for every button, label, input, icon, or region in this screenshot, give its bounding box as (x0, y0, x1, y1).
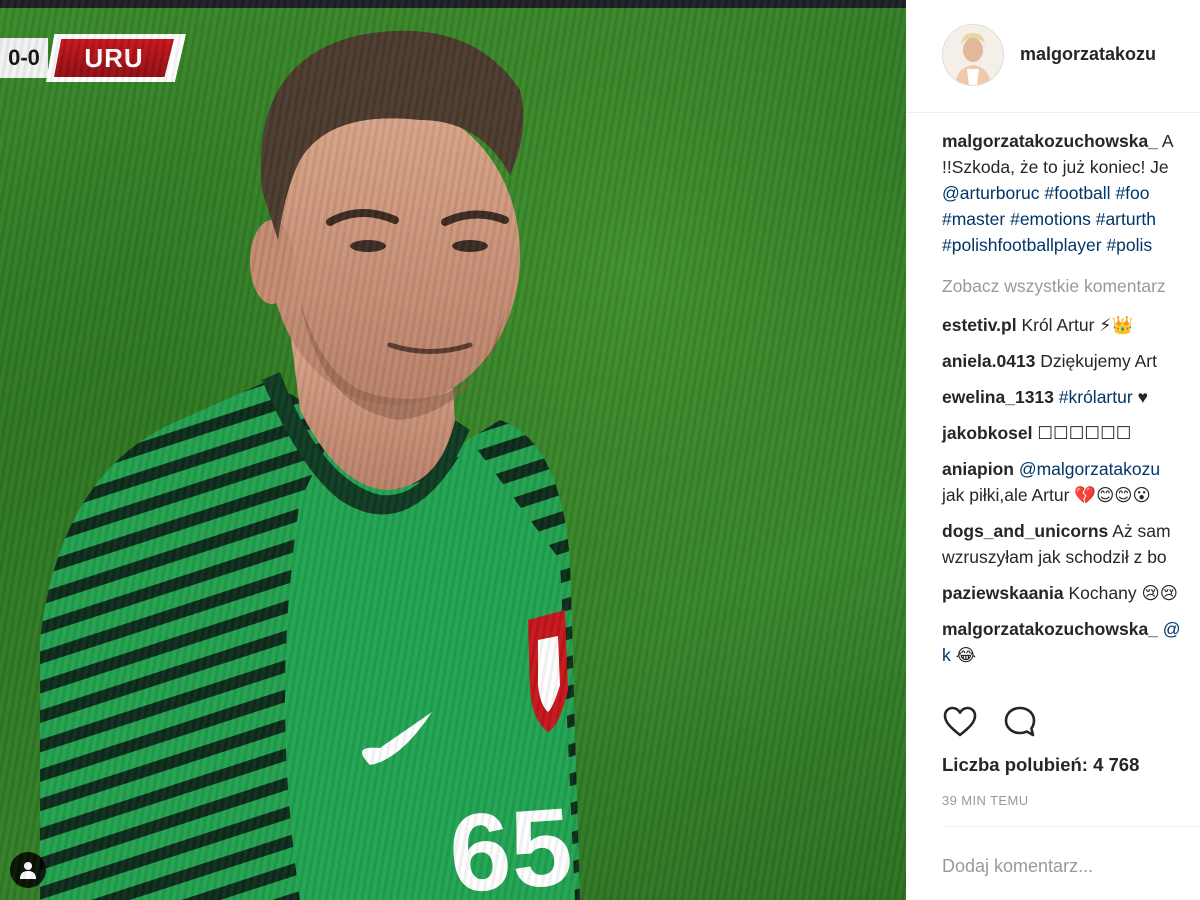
comment-item: jakobkosel ☐☐☐☐☐☐ (942, 422, 1200, 445)
comment-text: Kochany 😢😢 (1068, 583, 1178, 603)
comment-username[interactable]: aniapion (942, 459, 1014, 479)
comment-mention[interactable]: @malgorzatakozu (1019, 459, 1160, 479)
avatar[interactable] (942, 24, 1004, 86)
caption-mention[interactable]: @arturboruc (942, 183, 1040, 203)
caption-line-2: !!Szkoda, że to już koniec! Je (942, 157, 1169, 177)
likes-count[interactable]: Liczba polubień: 4 768 (942, 754, 1139, 776)
comment-text: Dziękujemy Art (1040, 351, 1157, 371)
caption-hashtag[interactable]: #football (1044, 183, 1110, 203)
caption-username[interactable]: malgorzatakozuchowska_ (942, 131, 1158, 151)
comment-username[interactable]: aniela.0413 (942, 351, 1035, 371)
heart-icon (943, 706, 977, 737)
comment-item: aniela.0413 Dziękujemy Art (942, 350, 1200, 373)
caption-hashtag[interactable]: #arturth (1096, 209, 1156, 229)
comment-item: ewelina_1313 #królartur ♥ (942, 386, 1200, 409)
caption: malgorzatakozuchowska_ A !!Szkoda, że to… (942, 130, 1200, 257)
comment-text: Król Artur ⚡👑 (1021, 315, 1134, 335)
team-name: URU (54, 39, 174, 77)
comment-text: Aż sam (1112, 521, 1171, 541)
caption-hashtag[interactable]: #emotions (1010, 209, 1091, 229)
comment-username[interactable]: estetiv.pl (942, 315, 1017, 335)
comment-item: dogs_and_unicorns Aż sam wzruszyłam jak … (942, 520, 1200, 569)
caption-hashtag[interactable]: #polishfootballplayer (942, 235, 1102, 255)
comment-username[interactable]: paziewskaania (942, 583, 1064, 603)
jersey-number-text: 65 (445, 785, 576, 900)
comment-item: malgorzatakozuchowska_ @ k 😂 (942, 618, 1200, 667)
comment-text: ♥ (1137, 387, 1148, 407)
comment-bubble-icon (1004, 706, 1036, 737)
caption-hashtag[interactable]: #master (942, 209, 1005, 229)
comment-text-line-2: wzruszyłam jak schodził z bo (942, 547, 1167, 567)
score: 0-0 (0, 38, 48, 78)
comment-item: paziewskaania Kochany 😢😢 (942, 582, 1200, 605)
comment-username[interactable]: ewelina_1313 (942, 387, 1054, 407)
post-side-panel: malgorzatakozu malgorzatakozuchowska_ A … (906, 0, 1200, 900)
post-header: malgorzatakozu (906, 0, 1200, 113)
comment-text: ☐☐☐☐☐☐ (1037, 423, 1132, 443)
comment-text: jak piłki,ale Artur 💔😊😊😮 (942, 485, 1151, 505)
caption-hashtag[interactable]: #foo (1115, 183, 1149, 203)
caption-hashtag[interactable]: #polis (1106, 235, 1152, 255)
like-button[interactable] (942, 704, 978, 740)
comment-mention-continued[interactable]: k (942, 645, 951, 665)
comment-username[interactable]: dogs_and_unicorns (942, 521, 1108, 541)
comment-button[interactable] (1002, 704, 1038, 740)
avatar-image (943, 25, 1003, 85)
comments-section: malgorzatakozuchowska_ A !!Szkoda, że to… (942, 130, 1200, 680)
add-comment-input[interactable] (942, 852, 1192, 880)
view-all-comments-link[interactable]: Zobacz wszystkie komentarz (942, 275, 1200, 298)
player-image (40, 30, 580, 900)
comment-item: aniapion @malgorzatakozu jak piłki,ale A… (942, 458, 1200, 507)
post-timestamp[interactable]: 39 MIN TEMU (942, 793, 1029, 808)
comment-text: 😂 (955, 645, 977, 665)
tv-scoreboard: 0-0 URU (0, 32, 192, 84)
divider (942, 826, 1200, 827)
comment-item: estetiv.pl Król Artur ⚡👑 (942, 314, 1200, 337)
post-actions (942, 700, 1182, 744)
comment-hashtag[interactable]: #królartur (1059, 387, 1133, 407)
comment-username[interactable]: malgorzatakozuchowska_ (942, 619, 1158, 639)
person-icon (20, 862, 36, 879)
comment-username[interactable]: jakobkosel (942, 423, 1032, 443)
comment-mention[interactable]: @ (1163, 619, 1181, 639)
jersey-number: 65 (445, 785, 576, 900)
header-username[interactable]: malgorzatakozu (1020, 44, 1200, 65)
post-photo[interactable]: 0-0 URU 65 (0, 0, 906, 900)
tagged-users-button[interactable] (10, 852, 46, 888)
caption-text-start: A (1161, 131, 1174, 151)
